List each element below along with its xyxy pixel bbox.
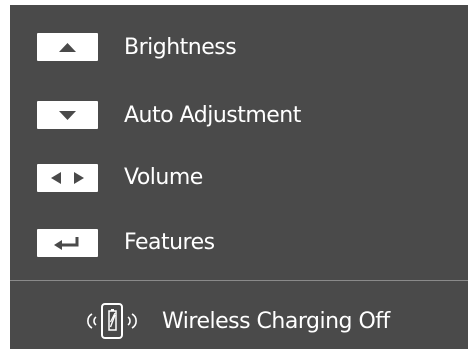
menu-item-brightness[interactable]: Brightness (10, 27, 468, 77)
arrow-up-icon (59, 43, 76, 52)
menu-item-auto-adjustment[interactable]: Auto Adjustment (10, 93, 468, 143)
menu-item-label: Volume (124, 165, 203, 190)
up-key-button[interactable] (37, 33, 98, 61)
left-right-key-button[interactable] (37, 164, 98, 192)
menu-item-label: Auto Adjustment (124, 103, 301, 128)
wireless-charging-status[interactable]: Wireless Charging Off (10, 301, 468, 345)
enter-key-button[interactable] (37, 229, 98, 257)
osd-menu-panel: Brightness Auto Adjustment Volume Featur… (10, 5, 468, 349)
arrow-left-right-icon (51, 172, 84, 184)
wireless-charging-icon (87, 303, 137, 339)
menu-item-features[interactable]: Features (10, 219, 468, 269)
menu-item-label: Features (124, 230, 215, 255)
menu-divider (10, 280, 468, 281)
down-key-button[interactable] (37, 101, 98, 129)
menu-item-label: Brightness (124, 35, 237, 60)
enter-return-icon (54, 237, 79, 250)
arrow-down-icon (59, 111, 76, 120)
menu-item-volume[interactable]: Volume (10, 154, 468, 204)
wireless-charging-label: Wireless Charging Off (162, 309, 390, 334)
